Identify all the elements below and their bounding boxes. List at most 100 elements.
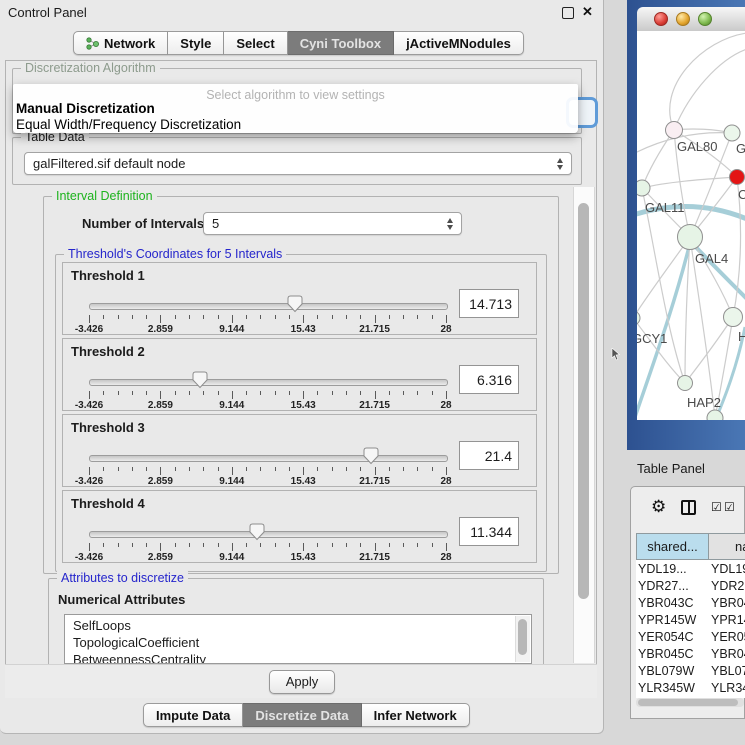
tick-mark xyxy=(232,315,233,323)
tab-infer-network[interactable]: Infer Network xyxy=(362,703,470,727)
table-row[interactable]: YDL19...YDL19... xyxy=(636,560,745,577)
tick-mark xyxy=(446,467,447,475)
table-rows[interactable]: YDL19...YDL19...YDR27...YDR27...YBR043CY… xyxy=(636,560,745,698)
minimize-traffic-light[interactable] xyxy=(676,12,690,26)
tab-impute-data[interactable]: Impute Data xyxy=(143,703,243,727)
network-node-gal4[interactable] xyxy=(678,225,703,250)
threshold-slider-track[interactable] xyxy=(89,455,448,462)
network-node-gal80[interactable] xyxy=(666,122,683,139)
network-node-c[interactable] xyxy=(730,170,745,185)
tick-mark xyxy=(417,315,418,319)
network-node-gal[interactable] xyxy=(724,125,740,141)
tab-cyni-toolbox[interactable]: Cyni Toolbox xyxy=(288,31,394,55)
tick-mark xyxy=(317,315,318,319)
checkbox-icon[interactable]: ☑ xyxy=(724,500,735,514)
close-icon[interactable]: ✕ xyxy=(582,4,593,20)
tick-mark xyxy=(103,391,104,395)
tab-select[interactable]: Select xyxy=(224,31,287,55)
tick-mark xyxy=(189,315,190,319)
tick-mark xyxy=(332,467,333,471)
tick-mark xyxy=(403,315,404,319)
network-node-gal11[interactable] xyxy=(637,180,650,196)
float-window-icon[interactable] xyxy=(562,7,574,19)
table-scrollbar-thumb[interactable] xyxy=(638,699,738,706)
tab-network[interactable]: Network xyxy=(73,31,168,55)
tick-mark xyxy=(417,467,418,471)
close-traffic-light[interactable] xyxy=(654,12,668,26)
tick-mark xyxy=(189,543,190,547)
network-node-hap2[interactable] xyxy=(678,376,693,391)
tick-mark xyxy=(432,315,433,319)
number-of-intervals-combobox[interactable]: 5 xyxy=(203,212,462,235)
column-header-name[interactable]: name xyxy=(709,533,745,560)
list-scrollbar-thumb[interactable] xyxy=(518,619,527,655)
attribute-items: SelfLoopsTopologicalCoefficientBetweenne… xyxy=(65,615,531,664)
threshold-value-field[interactable]: 6.316 xyxy=(459,365,519,394)
threshold-slider-handle[interactable] xyxy=(287,295,303,313)
threshold-value-field[interactable]: 14.713 xyxy=(459,289,519,318)
attribute-item-betweennesscentrality[interactable]: BetweennessCentrality xyxy=(65,651,531,664)
numerical-attributes-list[interactable]: SelfLoopsTopologicalCoefficientBetweenne… xyxy=(64,614,532,664)
tick-mark xyxy=(317,543,318,547)
tick-mark xyxy=(303,391,304,399)
gear-icon[interactable]: ⚙ xyxy=(651,497,666,517)
table-horizontal-scrollbar[interactable] xyxy=(636,698,744,707)
table-data-combobox[interactable]: galFiltered.sif default node xyxy=(24,152,572,175)
tick-mark xyxy=(432,391,433,395)
tick-mark xyxy=(189,391,190,395)
table-row[interactable]: YLR345WYLR345W xyxy=(636,679,745,696)
threshold-slider-track[interactable] xyxy=(89,379,448,386)
list-scrollbar[interactable] xyxy=(515,616,530,662)
tick-mark xyxy=(432,467,433,471)
network-node-gcy1[interactable] xyxy=(637,311,640,325)
tab-jactivemnodules[interactable]: jActiveMNodules xyxy=(394,31,524,55)
tab-discretize-data[interactable]: Discretize Data xyxy=(243,703,361,727)
threshold-value-field[interactable]: 21.4 xyxy=(459,441,519,470)
table-panel-title: Table Panel xyxy=(637,461,705,476)
node-label: GAL xyxy=(736,141,745,156)
tab-style[interactable]: Style xyxy=(168,31,224,55)
tick-mark xyxy=(317,391,318,395)
network-window-titlebar xyxy=(637,7,745,32)
table-row[interactable]: YBR045CYBR045C xyxy=(636,645,745,662)
table-row[interactable]: YDR27...YDR27... xyxy=(636,577,745,594)
table-row[interactable]: YBL079WYBL079W xyxy=(636,662,745,679)
tick-mark xyxy=(246,543,247,547)
algorithm-option-manual[interactable]: Manual Discretization xyxy=(16,101,155,116)
tick-mark xyxy=(203,315,204,319)
algorithm-option-equal-width[interactable]: Equal Width/Frequency Discretization xyxy=(16,117,241,132)
attribute-item-selfloops[interactable]: SelfLoops xyxy=(65,617,531,634)
settings-scrollbar-thumb[interactable] xyxy=(578,203,589,599)
numerical-attributes-label: Numerical Attributes xyxy=(58,592,185,607)
network-node[interactable] xyxy=(707,410,723,420)
tick-label: 15.43 xyxy=(291,324,316,335)
checkbox-icon[interactable]: ☑ xyxy=(711,500,722,514)
attribute-item-topologicalcoefficient[interactable]: TopologicalCoefficient xyxy=(65,634,531,651)
network-edge xyxy=(642,177,737,188)
network-node-h[interactable] xyxy=(724,308,743,327)
threshold-slider-track[interactable] xyxy=(89,303,448,310)
tick-label: 21.715 xyxy=(359,400,390,411)
column-header-shared-name[interactable]: shared... xyxy=(636,533,709,560)
cell-name: YBR045C xyxy=(708,647,745,661)
apply-button[interactable]: Apply xyxy=(269,670,335,694)
threshold-panel: Threshold 2 -3.4262.8599.14415.4321.7152… xyxy=(62,338,537,411)
tick-mark xyxy=(375,391,376,399)
cell-shared-name: YBL079W xyxy=(636,664,708,678)
table-row[interactable]: YPR145WYPR145W xyxy=(636,611,745,628)
threshold-slider-handle[interactable] xyxy=(192,371,208,389)
table-row[interactable]: YBR043CYBR043C xyxy=(636,594,745,611)
tick-mark xyxy=(260,543,261,547)
tick-mark xyxy=(160,391,161,399)
threshold-slider-handle[interactable] xyxy=(249,523,265,541)
tick-mark xyxy=(346,315,347,319)
zoom-traffic-light[interactable] xyxy=(698,12,712,26)
split-view-icon[interactable] xyxy=(681,500,696,515)
threshold-slider-handle[interactable] xyxy=(363,447,379,465)
tick-label: 2.859 xyxy=(148,400,173,411)
network-canvas[interactable]: GAL80GALCGAL11GAL4GCY1HHAP2 xyxy=(637,31,745,420)
threshold-slider-track[interactable] xyxy=(89,531,448,538)
table-row[interactable]: YER054CYER054C xyxy=(636,628,745,645)
settings-scrollbar[interactable] xyxy=(573,187,595,663)
threshold-value-field[interactable]: 11.344 xyxy=(459,517,519,546)
